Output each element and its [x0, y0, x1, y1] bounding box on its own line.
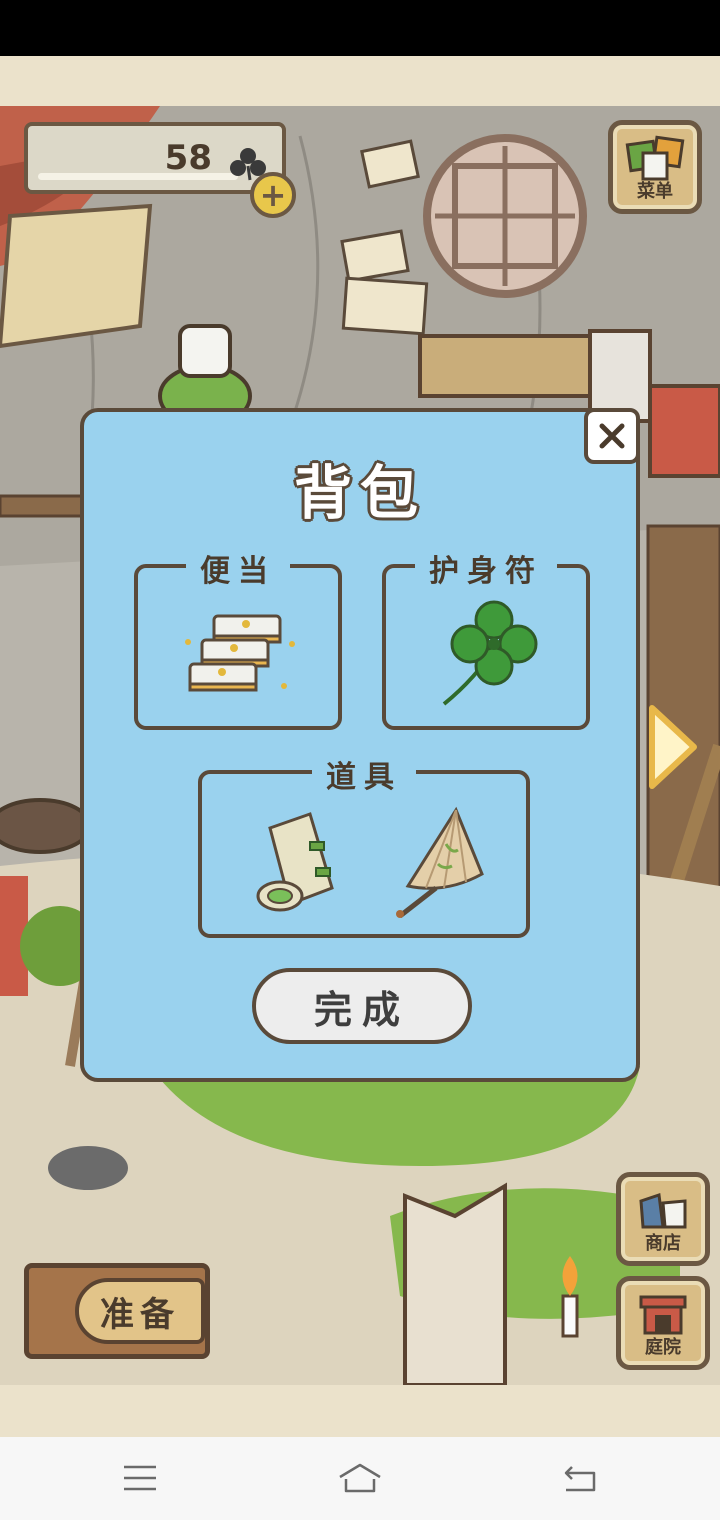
menu-label: 菜单: [637, 181, 673, 202]
back-icon: [564, 1466, 596, 1492]
close-button[interactable]: [584, 408, 640, 464]
amulet-slot[interactable]: 护身符: [382, 546, 590, 730]
back-button[interactable]: [550, 1453, 610, 1503]
shop-icon: [639, 1192, 687, 1229]
home-button[interactable]: [330, 1453, 390, 1503]
garden-gate-icon: [639, 1295, 687, 1335]
shop-button[interactable]: 商店: [616, 1172, 710, 1266]
menu-lines-icon: [124, 1465, 156, 1491]
tools-slot-label: 道具: [312, 752, 416, 796]
close-icon: [599, 423, 625, 449]
add-clover-button[interactable]: +: [250, 172, 296, 218]
clover-count: 58: [164, 138, 212, 178]
prepare-label: 准备: [75, 1278, 205, 1344]
tools-slot[interactable]: 道具: [198, 752, 530, 938]
bento-slot[interactable]: 便当: [134, 546, 342, 730]
backpack-title: 背包: [293, 459, 426, 527]
done-button[interactable]: 完成: [252, 968, 472, 1044]
next-arrow-icon[interactable]: [644, 702, 704, 792]
backpack-panel: 背包 便当 护身符 道具 完成: [80, 408, 640, 1082]
bottom-letterbox: [0, 1385, 720, 1437]
rolled-mat-icon: [256, 812, 334, 912]
home-icon: [339, 1463, 381, 1493]
game-scene: 58 + 菜单 商店 庭院 准备 背包 便当 护身符 道具 完成: [0, 106, 720, 1385]
amulet-slot-label: 护身符: [415, 546, 557, 590]
menu-button[interactable]: 菜单: [608, 120, 702, 214]
status-bar: [0, 0, 720, 56]
bento-slot-label: 便当: [186, 546, 290, 590]
recent-apps-button[interactable]: [110, 1453, 170, 1503]
system-navigation-bar: [0, 1437, 720, 1520]
bento-icon: [185, 614, 295, 692]
paper-umbrella-icon: [396, 806, 484, 918]
top-letterbox: [0, 56, 720, 106]
prepare-button[interactable]: 准备: [24, 1263, 210, 1359]
shop-label: 商店: [645, 1233, 681, 1254]
garden-label: 庭院: [645, 1337, 681, 1358]
clover-counter: 58: [24, 122, 286, 194]
garden-button[interactable]: 庭院: [616, 1276, 710, 1370]
four-leaf-clover-icon: [442, 600, 538, 706]
